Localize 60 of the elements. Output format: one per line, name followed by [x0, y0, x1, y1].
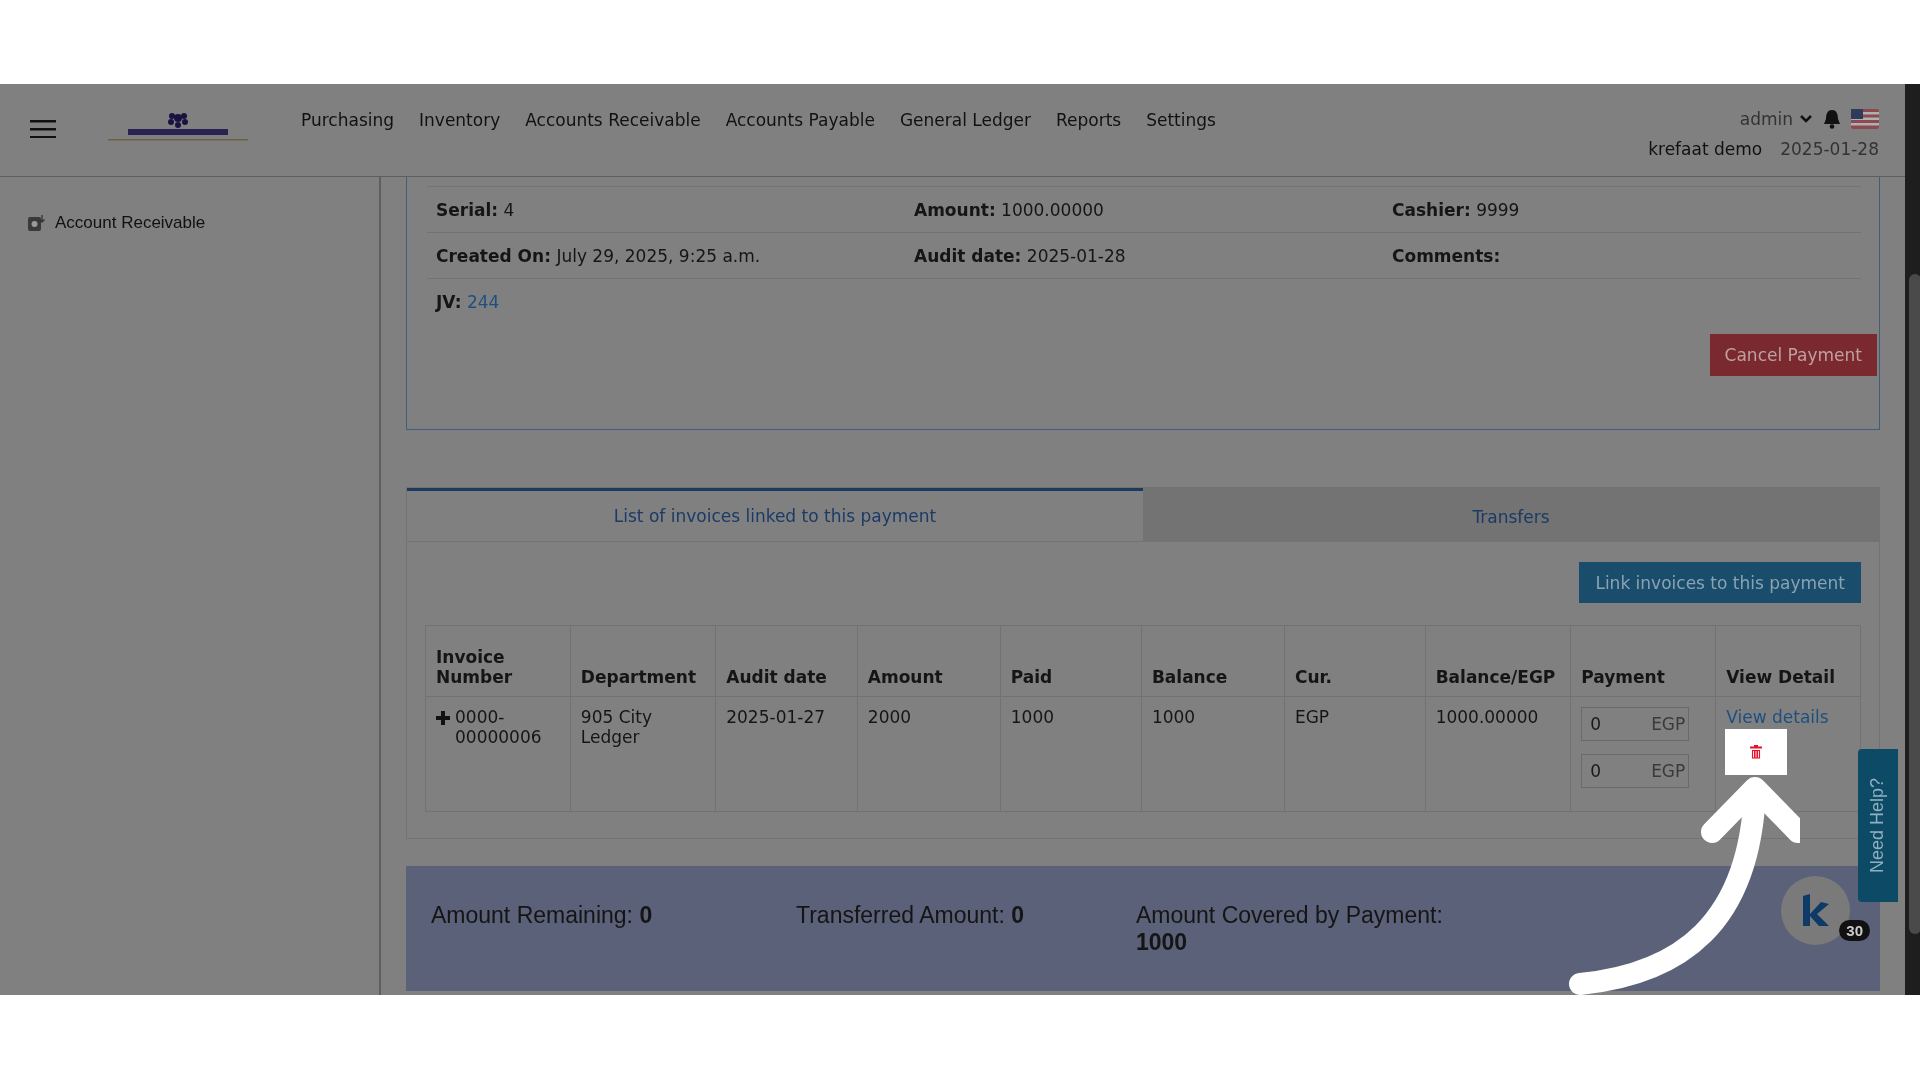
payment-field[interactable]: 0 EGP — [1581, 754, 1690, 788]
summary-text: Amount Covered by Payment: 1000 — [1136, 902, 1444, 957]
field-label: Comments: — [1392, 245, 1501, 266]
field-label: Serial: — [436, 199, 499, 220]
field-value: July 29, 2025, 9:25 a.m. — [556, 245, 761, 266]
column-header: Balance — [1141, 625, 1285, 697]
field-value: 9999 — [1476, 199, 1520, 220]
table-cell: 1000.00000 — [1425, 696, 1571, 812]
column-header: Payment — [1570, 625, 1716, 697]
nav-item[interactable]: Accounts Payable — [725, 110, 875, 130]
cancel-payment-button[interactable]: Cancel Payment — [1709, 334, 1877, 376]
table-cell: 905 City Ledger — [570, 696, 716, 812]
current-date: 2025-01-28 — [1780, 139, 1879, 159]
help-tab[interactable]: Need Help? — [1858, 749, 1898, 902]
field-label: Amount: — [914, 199, 996, 220]
tab[interactable]: Transfers — [1143, 488, 1879, 542]
field-value: 2025-01-28 — [1026, 245, 1126, 266]
nav-item[interactable]: Accounts Receivable — [525, 110, 701, 130]
sidebar-item[interactable]: Account Receivable — [55, 213, 206, 233]
table-cell: 2000 — [857, 696, 1001, 812]
expand-icon[interactable] — [436, 711, 450, 725]
nav-item[interactable]: Inventory — [419, 110, 501, 130]
table-cell: 1000 — [1000, 696, 1142, 812]
tab[interactable]: List of invoices linked to this payment — [407, 488, 1143, 542]
bell-icon[interactable] — [1823, 109, 1841, 129]
column-header: Balance/EGP — [1425, 625, 1571, 697]
trash-icon — [1750, 745, 1763, 759]
delete-button[interactable] — [1725, 729, 1788, 775]
field-label: Created On: — [436, 245, 551, 266]
column-header: Department — [570, 625, 716, 697]
field-label: JV: — [436, 291, 462, 312]
table-cell: 2025-01-27 — [715, 696, 858, 812]
document-icon — [27, 214, 45, 232]
flag-icon[interactable] — [1851, 109, 1879, 129]
column-header: Audit date — [715, 625, 858, 697]
summary-text: Transferred Amount: 0 — [796, 902, 1025, 930]
table-cell: 1000 — [1141, 696, 1285, 812]
summary-text: Amount Remaining: 0 — [431, 902, 654, 930]
field-label: Cashier: — [1392, 199, 1471, 220]
link-invoices-button[interactable]: Link invoices to this payment — [1579, 562, 1861, 603]
column-header: Invoice Number — [425, 625, 571, 697]
column-header: View Detail — [1715, 625, 1861, 697]
nav-item[interactable]: Settings — [1146, 110, 1216, 130]
field-label: Audit date: — [914, 245, 1022, 266]
payment-field[interactable]: 0 EGP — [1581, 707, 1690, 741]
menu-icon[interactable] — [30, 120, 56, 138]
column-header: Paid — [1000, 625, 1142, 697]
nav-item[interactable]: Reports — [1055, 110, 1122, 130]
chevron-down-icon — [1799, 114, 1813, 124]
field-value: 1000.00000 — [1001, 199, 1104, 220]
user-menu[interactable]: admin — [1739, 109, 1813, 129]
column-header: Amount — [857, 625, 1001, 697]
company-name: krefaat demo — [1648, 139, 1763, 159]
nav-item[interactable]: Purchasing — [301, 110, 395, 130]
table-cell: EGP — [1284, 696, 1426, 812]
column-header: Cur. — [1284, 625, 1426, 697]
table-cell-text: 0000-00000006 — [455, 707, 543, 747]
scrollbar[interactable] — [1905, 84, 1920, 995]
nav-item[interactable]: General Ledger — [899, 110, 1031, 130]
field-value: 4 — [503, 199, 515, 220]
